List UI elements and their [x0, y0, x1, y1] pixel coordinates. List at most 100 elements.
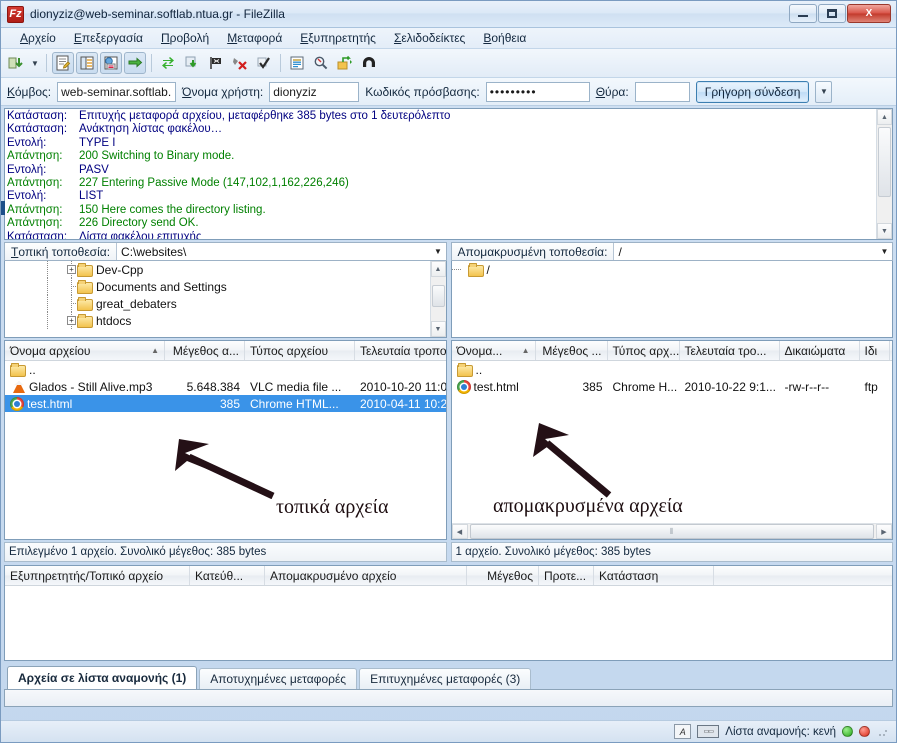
remote-path-dropdown-icon[interactable]: ▼ [877, 243, 892, 260]
column-header-owner[interactable]: Ιδι [860, 341, 890, 360]
site-manager-dropdown-icon[interactable]: ▼ [29, 52, 41, 74]
queue-column-header-server-local-file[interactable]: Εξυπηρετητής/Τοπικό αρχείο [5, 566, 190, 585]
scroll-right-icon[interactable]: ▶ [876, 524, 892, 539]
scroll-up-icon[interactable]: ▲ [430, 261, 446, 277]
remote-list-header: Όνομα... ▲ Μέγεθος ... Τύπος αρχ... Τελευταί… [451, 341, 892, 361]
tree-item[interactable]: + Dev-Cpp [5, 261, 446, 278]
process-queue-icon[interactable] [181, 52, 203, 74]
remote-list-hscrollbar[interactable]: ◀ ⦀ ▶ [451, 523, 892, 539]
tree-expand-icon[interactable]: + [67, 265, 76, 274]
queue-column-header-status[interactable]: Κατάσταση [594, 566, 714, 585]
menu-item-view[interactable]: Προβολή [152, 29, 218, 47]
hscrollbar-track[interactable]: ⦀ [468, 524, 877, 539]
menu-mnemonic: Α [20, 31, 29, 45]
table-row[interactable]: Glados - Still Alive.mp3 5.648.384 VLC med… [5, 378, 446, 395]
table-row[interactable]: .. [5, 361, 446, 378]
quickconnect-dropdown-icon[interactable]: ▼ [815, 80, 833, 103]
queue-column-header-priority[interactable]: Προτε... [539, 566, 594, 585]
table-row[interactable]: test.html 385 Chrome HTML... 2010-04-11 10:… [5, 395, 446, 412]
column-header-permissions[interactable]: Δικαιώματα [780, 341, 860, 360]
table-row[interactable]: test.html 385 Chrome H... 2010-10-22 9:1...… [452, 378, 893, 395]
tree-item[interactable]: / [451, 261, 893, 278]
username-input[interactable]: dionyziz [269, 81, 360, 102]
scroll-down-icon[interactable]: ▼ [877, 223, 892, 239]
cell-text: test.html [27, 396, 73, 411]
compare-directories-icon[interactable] [310, 52, 332, 74]
tree-item[interactable]: Documents and Settings [5, 278, 446, 295]
local-directory-tree[interactable]: + Dev-Cpp Documents and Settings great_deba… [4, 261, 447, 338]
scroll-left-icon[interactable]: ◀ [451, 524, 468, 539]
column-header-filesize[interactable]: Μέγεθος ... [536, 341, 608, 360]
maximize-button[interactable] [818, 4, 846, 23]
tree-item[interactable]: great_debaters [5, 295, 446, 312]
resize-grip[interactable] [878, 726, 888, 737]
cell-text: test.html [473, 379, 519, 394]
queue-column-header-direction[interactable]: Κατεύθ... [190, 566, 265, 585]
menu-item-server[interactable]: Εξυπηρετητής [291, 29, 385, 47]
menu-item-help[interactable]: Βοήθεια [474, 29, 535, 47]
port-input[interactable] [634, 81, 690, 102]
column-header-filename[interactable]: Όνομα αρχείου ▲ [5, 341, 165, 360]
password-input[interactable]: ••••••••• [485, 81, 590, 102]
cell-filetype: Chrome H... [608, 380, 680, 394]
column-header-lastmodified[interactable]: Τελευταία τροποπ [355, 341, 446, 360]
minimize-button[interactable] [789, 4, 817, 23]
scrollbar-thumb[interactable] [431, 285, 445, 307]
quickconnect-button[interactable]: Γρήγορη σύνδεση [695, 80, 810, 103]
secure-connection-icon[interactable]: A [674, 724, 692, 739]
toggle-local-tree-icon[interactable] [76, 52, 98, 74]
host-input[interactable]: web-seminar.softlab. [57, 81, 177, 102]
site-manager-icon[interactable] [5, 52, 27, 74]
log-line: Κατάσταση: Λίστα φακέλου επιτυχής [7, 231, 892, 239]
remote-directory-tree[interactable]: / [450, 261, 893, 338]
tree-expand-icon[interactable]: + [67, 316, 76, 325]
column-header-filetype[interactable]: Τύπος αρχείου [245, 341, 355, 360]
log-line: Εντολή: PASV [7, 164, 892, 177]
queue-column-header-remote-file[interactable]: Απομακρυσμένο αρχείο [265, 566, 467, 585]
column-header-filename[interactable]: Όνομα... ▲ [452, 341, 536, 360]
menu-item-transfer[interactable]: Μεταφορά [218, 29, 291, 47]
toggle-remote-tree-icon[interactable] [100, 52, 122, 74]
menu-item-edit[interactable]: Επεξεργασία [65, 29, 152, 47]
message-log[interactable]: Κατάσταση: Επιτυχής μεταφορά αρχείου, μετ… [4, 108, 893, 240]
scrollbar-thumb[interactable] [878, 127, 891, 197]
scroll-up-icon[interactable]: ▲ [877, 109, 892, 125]
local-tree-scrollbar[interactable]: ▲ ▼ [429, 261, 446, 337]
tab-successful-transfers[interactable]: Επιτυχημένες μεταφορές (3) [359, 668, 532, 689]
cancel-operation-icon[interactable] [205, 52, 227, 74]
close-button[interactable]: X [847, 4, 891, 23]
list-status-row: Επιλεγμένο 1 αρχείο. Συνολικό μέγεθος: 3… [4, 542, 893, 562]
menu-item-bookmarks[interactable]: Σελιδοδείκτες [385, 29, 474, 47]
column-header-filetype[interactable]: Τύπος αρχ... [608, 341, 680, 360]
toggle-transfer-queue-icon[interactable] [124, 52, 146, 74]
hscrollbar-thumb[interactable]: ⦀ [469, 524, 874, 539]
find-files-icon[interactable] [358, 52, 380, 74]
tab-failed-transfers[interactable]: Αποτυχημένες μεταφορές [199, 668, 358, 689]
table-row[interactable]: .. [452, 361, 893, 378]
transfer-queue[interactable]: Εξυπηρετητής/Τοπικό αρχείο Κατεύθ... Απομα… [4, 565, 893, 661]
local-path-bar: Τοπική τοποθεσία: C:\websites\ ▼ [4, 242, 447, 261]
column-header-lastmodified[interactable]: Τελευταία τρο... [680, 341, 780, 360]
column-header-label: Μέγεθος [487, 568, 533, 583]
queue-column-header-size[interactable]: Μέγεθος [467, 566, 539, 585]
remote-annotation-arrow [533, 423, 612, 498]
menu-item-file[interactable]: Αρχείο [11, 29, 65, 47]
local-path-input[interactable]: C:\websites\ [117, 243, 431, 260]
remote-path-input[interactable]: / [614, 243, 877, 260]
filter-icon[interactable] [286, 52, 308, 74]
password-label: Κωδικός πρόσβασης: [365, 84, 480, 99]
synchronized-browsing-icon[interactable] [334, 52, 356, 74]
message-log-scrollbar[interactable]: ▲ ▼ [876, 109, 892, 239]
toggle-message-log-icon[interactable] [52, 52, 74, 74]
refresh-icon[interactable] [157, 52, 179, 74]
tab-queued-files[interactable]: Αρχεία σε λίστα αναμονής (1) [7, 666, 198, 689]
scroll-down-icon[interactable]: ▼ [430, 321, 446, 337]
column-header-filesize[interactable]: Μέγεθος α... [165, 341, 245, 360]
queue-body[interactable] [5, 586, 892, 660]
reconnect-icon[interactable] [253, 52, 275, 74]
disconnect-icon[interactable] [229, 52, 251, 74]
tree-item[interactable]: + htdocs [5, 312, 446, 329]
local-path-dropdown-icon[interactable]: ▼ [430, 243, 446, 260]
cell-filetype: Chrome HTML... [245, 397, 355, 411]
local-tree-pane: Τοπική τοποθεσία: C:\websites\ ▼ + Dev-Cp… [4, 242, 447, 338]
